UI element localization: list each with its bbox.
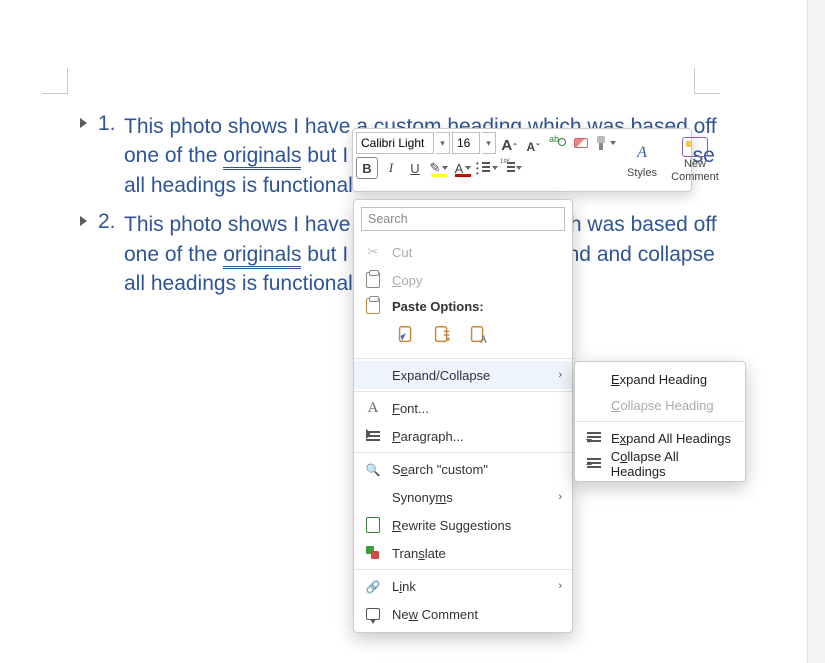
heading-number: 1. <box>98 112 116 136</box>
styles-icon: A <box>629 141 655 165</box>
menu-search-input[interactable]: Search <box>361 207 565 231</box>
clipboard-icon <box>364 298 382 314</box>
submenu-arrow-icon: › <box>558 491 562 503</box>
submenu-expand-all[interactable]: Expand All Headings <box>575 425 745 451</box>
submenu-collapse-all[interactable]: Collapse All Headings <box>575 451 745 477</box>
format-painter-button[interactable] <box>594 132 616 154</box>
grow-font-button[interactable]: Aˆ <box>498 132 520 154</box>
page-corner-tl <box>42 68 68 94</box>
paste-keep-source-button[interactable] <box>392 322 420 348</box>
expand-collapse-submenu: Expand Heading Collapse Heading Expand A… <box>574 361 746 482</box>
menu-paragraph[interactable]: Paragraph... <box>354 422 572 450</box>
bullets-button[interactable] <box>476 157 498 179</box>
submenu-arrow-icon: › <box>558 369 562 381</box>
collapse-triangle-icon[interactable] <box>80 118 87 128</box>
collapse-all-icon <box>585 457 603 471</box>
menu-separator <box>354 569 572 570</box>
paste-options-row: A <box>354 318 572 356</box>
heading-number: 2. <box>98 210 116 234</box>
clipboard-icon <box>364 272 382 288</box>
font-name-input[interactable] <box>356 132 434 154</box>
paste-merge-button[interactable] <box>428 322 456 348</box>
menu-copy: Copy <box>354 266 572 294</box>
menu-separator <box>354 358 572 359</box>
menu-separator <box>575 421 745 422</box>
menu-new-comment[interactable]: New Comment <box>354 600 572 628</box>
menu-translate[interactable]: Translate <box>354 539 572 567</box>
font-icon <box>364 400 382 417</box>
submenu-expand-heading[interactable]: Expand Heading <box>575 366 745 392</box>
styles-button[interactable]: A Styles <box>620 141 664 179</box>
chevron-down-icon[interactable]: ▾ <box>436 132 450 154</box>
submenu-arrow-icon: › <box>558 580 562 592</box>
italic-button[interactable]: I <box>380 157 402 179</box>
svg-text:A: A <box>480 334 488 345</box>
spellcheck-underline: originals <box>223 144 301 168</box>
rewrite-icon <box>364 517 382 533</box>
scissors-icon <box>364 244 382 260</box>
menu-separator <box>354 452 572 453</box>
menu-font[interactable]: Font... <box>354 394 572 422</box>
expand-all-icon <box>585 431 603 445</box>
chevron-down-icon[interactable]: ▾ <box>482 132 496 154</box>
menu-search-term[interactable]: Search "custom" <box>354 455 572 483</box>
new-comment-label: New Comment <box>666 158 724 182</box>
new-comment-icon <box>682 137 708 157</box>
font-size-input[interactable] <box>452 132 480 154</box>
search-icon <box>364 462 382 477</box>
link-icon <box>364 579 382 594</box>
shrink-font-button[interactable]: Aˇ <box>522 132 544 154</box>
comment-icon <box>364 608 382 620</box>
submenu-collapse-heading: Collapse Heading <box>575 392 745 418</box>
menu-expand-collapse[interactable]: Expand/Collapse › <box>354 361 572 389</box>
paste-text-only-button[interactable]: A <box>464 322 492 348</box>
menu-link[interactable]: Link › <box>354 572 572 600</box>
numbering-button[interactable] <box>500 157 522 179</box>
new-comment-button[interactable]: New Comment <box>666 137 724 182</box>
collapse-triangle-icon[interactable] <box>80 216 87 226</box>
font-color-button[interactable]: A <box>452 157 474 179</box>
context-menu: Search Cut Copy Paste Options: A Expand/… <box>353 199 573 633</box>
menu-rewrite[interactable]: Rewrite Suggestions <box>354 511 572 539</box>
page-corner-tr <box>694 68 720 94</box>
underline-button[interactable]: U <box>404 157 426 179</box>
styles-label: Styles <box>627 167 657 179</box>
paragraph-icon <box>364 429 382 443</box>
menu-paste-header: Paste Options: <box>354 294 572 318</box>
bold-button[interactable]: B <box>356 157 378 179</box>
translate-icon <box>364 546 382 560</box>
menu-separator <box>354 391 572 392</box>
mini-toolbar: ▾ ▾ Aˆ Aˇ B I U ✎ A A Styles New Comment <box>352 128 692 192</box>
highlight-color-button[interactable]: ✎ <box>428 157 450 179</box>
phonetic-guide-button[interactable] <box>546 132 568 154</box>
spellcheck-underline: originals <box>223 243 301 267</box>
menu-cut: Cut <box>354 238 572 266</box>
clear-formatting-button[interactable] <box>570 132 592 154</box>
menu-synonyms[interactable]: Synonyms › <box>354 483 572 511</box>
right-gutter <box>807 0 825 663</box>
